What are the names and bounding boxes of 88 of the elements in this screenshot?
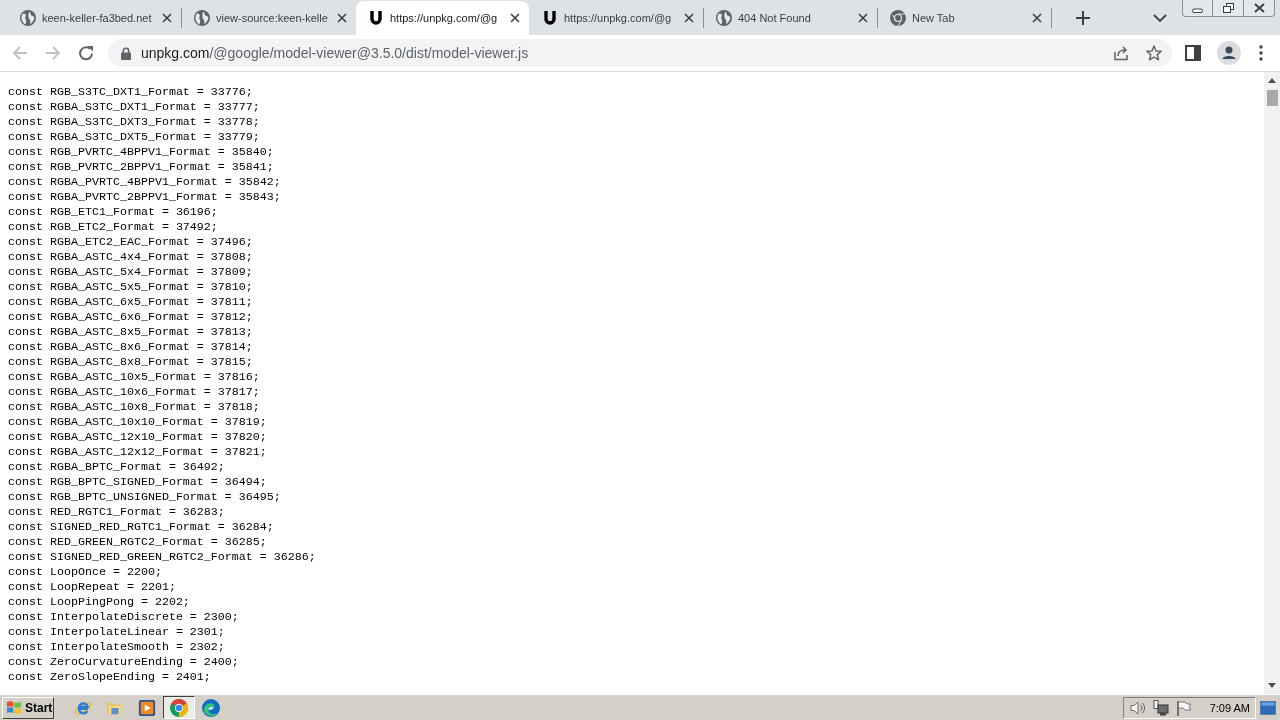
code-line: const RGBA_ASTC_10x6_Format = 37817; (8, 385, 260, 400)
code-line: const RGBA_ASTC_8x6_Format = 37814; (8, 340, 253, 355)
code-line: const RGB_PVRTC_2BPPV1_Format = 35841; (8, 160, 274, 175)
code-line: const RGBA_PVRTC_4BPPV1_Format = 35842; (8, 175, 281, 190)
lock-icon[interactable] (121, 46, 131, 60)
globe-icon (716, 10, 732, 26)
code-line: const RGBA_ASTC_6x6_Format = 37812; (8, 310, 253, 325)
code-line: const RGB_BPTC_SIGNED_Format = 36494; (8, 475, 267, 490)
close-icon[interactable] (1032, 13, 1042, 23)
edge-icon (202, 698, 220, 717)
speaker-icon[interactable] (1129, 699, 1146, 716)
code-line: const InterpolateDiscrete = 2300; (8, 610, 239, 625)
code-line: const RGBA_ASTC_4x4_Format = 37808; (8, 250, 253, 265)
side-panel-icon[interactable] (1185, 45, 1201, 61)
code-line: const RGBA_S3TC_DXT3_Format = 33778; (8, 115, 260, 130)
code-line: const RGBA_ASTC_8x8_Format = 37815; (8, 355, 253, 370)
code-line: const RGB_ETC1_Format = 36196; (8, 205, 218, 220)
code-line: const SIGNED_RED_RGTC1_Format = 36284; (8, 520, 274, 535)
code-line: const RGBA_S3TC_DXT5_Format = 33779; (8, 130, 260, 145)
scroll-up-icon[interactable] (1268, 78, 1276, 83)
code-line: const InterpolateLinear = 2301; (8, 625, 225, 640)
show-desktop-icon[interactable] (1260, 700, 1276, 715)
code-line: const RGB_ETC2_Format = 37492; (8, 220, 218, 235)
flag-icon[interactable] (1175, 699, 1192, 716)
reload-icon[interactable] (78, 45, 94, 61)
code-line: const RGBA_ASTC_12x10_Format = 37820; (8, 430, 267, 445)
browser-tab[interactable]: https://unpkg.com/@g (530, 1, 703, 35)
star-icon[interactable] (1146, 45, 1162, 61)
browser-tab[interactable]: view-source:keen-kelle (182, 1, 355, 35)
code-line: const LoopOnce = 2200; (8, 565, 162, 580)
code-line: const RGBA_ASTC_10x10_Format = 37819; (8, 415, 267, 430)
code-line: const RGBA_ASTC_5x5_Format = 37810; (8, 280, 253, 295)
share-icon[interactable] (1113, 45, 1129, 61)
chrome-icon (890, 10, 906, 26)
start-button[interactable]: Start (2, 696, 54, 719)
code-line: const LoopPingPong = 2202; (8, 595, 190, 610)
address-bar[interactable]: unpkg.com/@google/model-viewer@3.5.0/dist/model-viewer.js (108, 39, 1172, 67)
code-line: const RGBA_ASTC_6x5_Format = 37811; (8, 295, 253, 310)
clock-text[interactable]: 7:09 AM (1209, 701, 1250, 714)
profile-icon[interactable] (1217, 41, 1241, 65)
taskbar-button[interactable] (163, 696, 195, 719)
close-icon[interactable] (858, 13, 868, 23)
code-line: const RGBA_ETC2_EAC_Format = 37496; (8, 235, 253, 250)
scrollbar-thumb[interactable] (1266, 90, 1278, 106)
code-line: const ZeroCurvatureEnding = 2400; (8, 655, 239, 670)
code-line: const RGBA_S3TC_DXT1_Format = 33777; (8, 100, 260, 115)
code-line: const RED_GREEN_RGTC2_Format = 36285; (8, 535, 267, 550)
code-line: const RGB_BPTC_UNSIGNED_Format = 36495; (8, 490, 281, 505)
scroll-down-icon[interactable] (1268, 683, 1276, 688)
code-line: const SIGNED_RED_GREEN_RGTC2_Format = 36286; (8, 550, 316, 565)
close-button[interactable] (1244, 0, 1275, 17)
scrollbar[interactable] (1264, 72, 1280, 694)
globe-icon (20, 10, 36, 26)
browser-tab[interactable]: 404 Not Found (704, 1, 877, 35)
code-line: const RGBA_ASTC_5x4_Format = 37809; (8, 265, 253, 280)
restore-button[interactable] (1213, 0, 1244, 17)
windows-logo-icon (6, 700, 22, 715)
minimize-button[interactable] (1182, 0, 1213, 17)
globe-icon (194, 10, 210, 26)
code-line: const RGBA_BPTC_Format = 36492; (8, 460, 225, 475)
code-line: const InterpolateSmooth = 2302; (8, 640, 225, 655)
code-line: const RGBA_ASTC_12x12_Format = 37821; (8, 445, 267, 460)
close-icon[interactable] (336, 13, 347, 23)
code-line: const ZeroSlopeEnding = 2401; (8, 670, 211, 685)
u-logo-icon (542, 10, 558, 26)
code-line: const RGB_S3TC_DXT1_Format = 33776; (8, 85, 253, 100)
chrome-icon (170, 698, 188, 717)
code-line: const RGBA_PVRTC_2BPPV1_Format = 35843; (8, 190, 281, 205)
u-logo-icon (368, 10, 384, 26)
code-line: const RGBA_ASTC_10x8_Format = 37818; (8, 400, 260, 415)
browser-tab[interactable]: New Tab (878, 1, 1051, 35)
code-line: const LoopRepeat = 2201; (8, 580, 176, 595)
media-player-icon (138, 698, 156, 717)
code-line: const RED_RGTC1_Format = 36283; (8, 505, 225, 520)
close-icon[interactable] (684, 13, 694, 23)
network-icon[interactable] (1152, 699, 1169, 716)
browser-tab[interactable]: https://unpkg.com/@g (356, 1, 529, 35)
chevron-down-icon[interactable] (1153, 13, 1167, 22)
code-line: const RGBA_ASTC_8x5_Format = 37813; (8, 325, 253, 340)
restore-icon (1222, 3, 1234, 13)
close-icon[interactable] (510, 13, 520, 23)
code-line: const RGBA_ASTC_10x5_Format = 37816; (8, 370, 260, 385)
close-icon (1253, 3, 1265, 13)
code-line: const RGB_PVRTC_4BPPV1_Format = 35840; (8, 145, 274, 160)
close-icon[interactable] (162, 13, 172, 23)
plus-icon[interactable] (1076, 10, 1090, 25)
menu-icon[interactable] (1259, 45, 1263, 61)
browser-tab[interactable]: keen-keller-fa3bed.net (8, 1, 181, 35)
